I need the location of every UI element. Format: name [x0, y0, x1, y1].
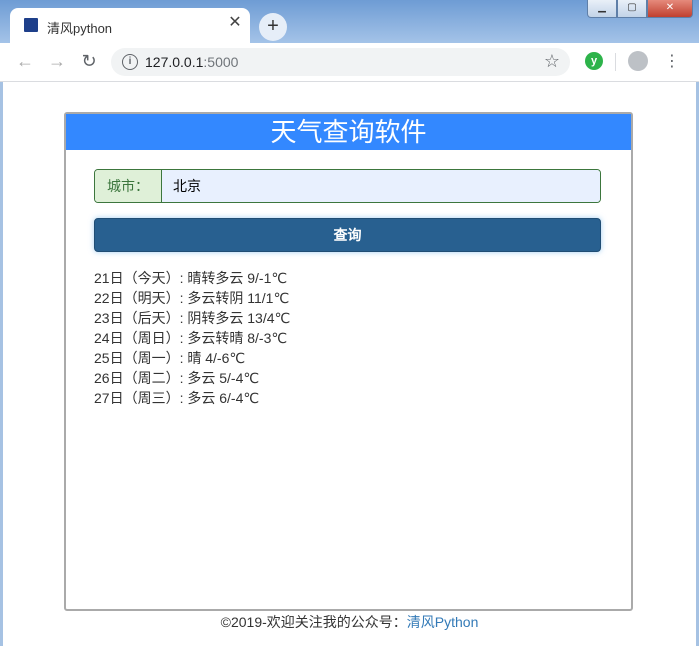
- toolbar-divider: [615, 53, 616, 71]
- forecast-item: 23日（后天）: 阴转多云 13/4℃: [94, 310, 291, 326]
- close-window-button[interactable]: ✕: [647, 0, 693, 18]
- forecast-item: 22日（明天）: 多云转阴 11/1℃: [94, 290, 290, 306]
- browser-titlebar: 清风python ✕ + ▁ ▢ ✕: [0, 0, 699, 43]
- new-tab-button[interactable]: +: [259, 13, 287, 41]
- city-label: 城市：: [95, 170, 162, 202]
- window-controls: ▁ ▢ ✕: [587, 0, 693, 18]
- avatar-icon[interactable]: [628, 51, 648, 71]
- footer-text: ©2019-欢迎关注我的公众号：: [220, 614, 407, 630]
- url-port: :5000: [203, 54, 239, 70]
- back-icon[interactable]: ←: [14, 51, 36, 72]
- forward-icon[interactable]: →: [46, 51, 68, 72]
- browser-toolbar: ← → ↻ i 127.0.0.1:5000 ☆ y ⋮: [0, 43, 699, 82]
- address-bar[interactable]: i 127.0.0.1:5000 ☆: [111, 48, 570, 76]
- reload-icon[interactable]: ↻: [78, 51, 100, 72]
- forecast-item: 25日（周一）: 晴 4/-6℃: [94, 350, 246, 366]
- url-text[interactable]: 127.0.0.1:5000: [145, 54, 238, 70]
- city-input-group: 城市：: [94, 169, 601, 203]
- weather-app-panel: 天气查询软件 城市： 查询 21日（今天）: 晴转多云 9/-1℃ 22日（明天…: [64, 112, 633, 611]
- url-host: 127.0.0.1: [145, 54, 204, 70]
- page-footer: ©2019-欢迎关注我的公众号：清风Python: [0, 612, 699, 632]
- favicon-icon: [24, 18, 38, 32]
- app-title: 天气查询软件: [66, 114, 631, 150]
- city-input[interactable]: [162, 170, 600, 202]
- info-icon[interactable]: i: [122, 54, 138, 70]
- query-button[interactable]: 查询: [94, 218, 601, 252]
- tab-title: 清风python: [47, 21, 113, 36]
- forecast-item: 27日（周三）: 多云 6/-4℃: [94, 390, 260, 406]
- minimize-button[interactable]: ▁: [587, 0, 617, 18]
- extension-icon[interactable]: y: [585, 52, 603, 70]
- browser-tab[interactable]: 清风python ✕: [10, 8, 250, 43]
- star-icon[interactable]: ☆: [544, 51, 560, 72]
- forecast-item: 26日（周二）: 多云 5/-4℃: [94, 370, 260, 386]
- forecast-list: 21日（今天）: 晴转多云 9/-1℃ 22日（明天）: 多云转阴 11/1℃ …: [94, 268, 290, 408]
- tab-close-icon[interactable]: ✕: [226, 14, 244, 32]
- maximize-button[interactable]: ▢: [617, 0, 647, 18]
- kebab-menu-icon[interactable]: ⋮: [664, 51, 680, 71]
- window-border-left: [0, 82, 3, 646]
- footer-link[interactable]: 清风Python: [407, 614, 479, 630]
- forecast-item: 24日（周日）: 多云转晴 8/-3℃: [94, 330, 288, 346]
- forecast-item: 21日（今天）: 晴转多云 9/-1℃: [94, 270, 288, 286]
